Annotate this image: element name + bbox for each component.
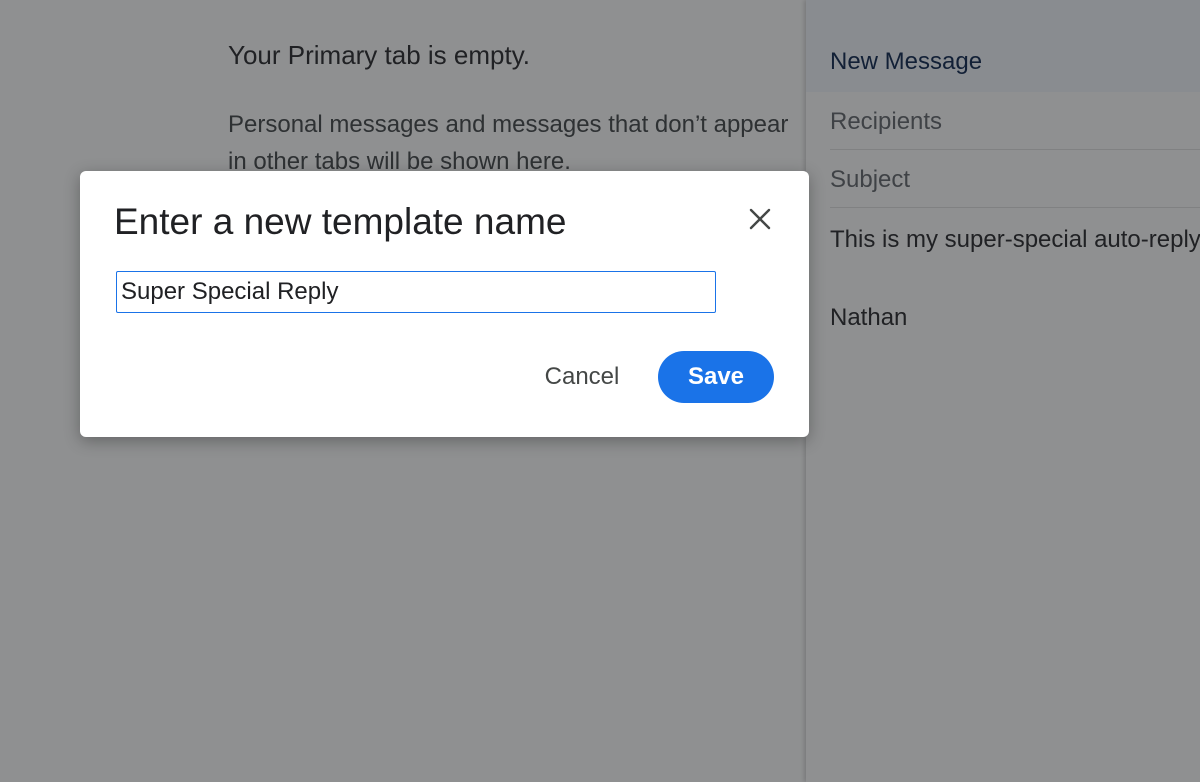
save-button[interactable]: Save [658, 351, 774, 403]
template-name-dialog: Enter a new template name Cancel Save [80, 171, 809, 437]
dialog-title: Enter a new template name [114, 201, 567, 242]
cancel-button[interactable]: Cancel [520, 351, 644, 403]
template-name-input[interactable] [116, 271, 716, 313]
close-button[interactable] [742, 201, 778, 237]
close-icon [749, 208, 771, 230]
